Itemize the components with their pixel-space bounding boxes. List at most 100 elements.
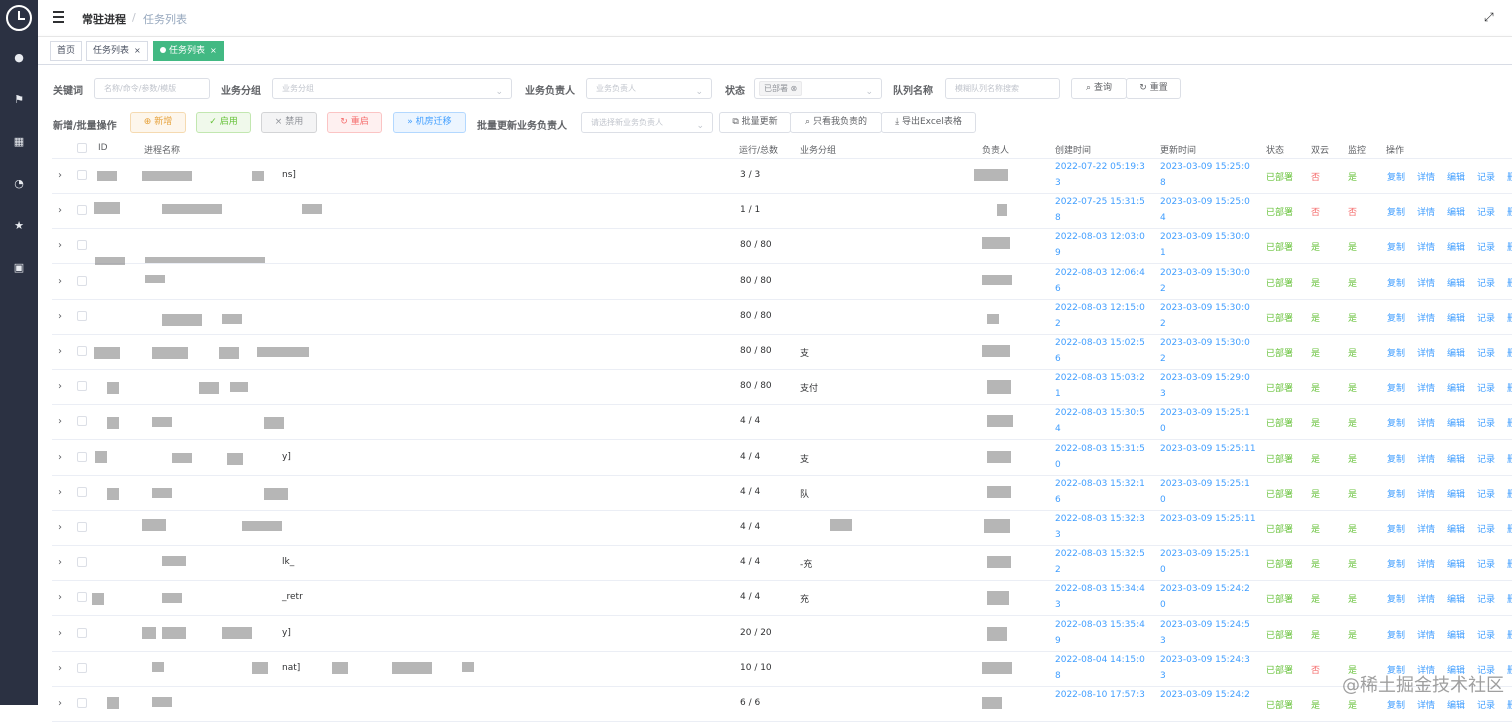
row-checkbox[interactable] [77,522,87,532]
expand-row-icon[interactable]: › [58,346,62,357]
owner-select[interactable]: 业务负责人 ⌄ [586,78,712,99]
row-checkbox[interactable] [77,662,87,673]
copy-link[interactable]: 复制 [1387,452,1405,465]
row-checkbox[interactable] [77,310,87,321]
delete-link[interactable]: 删 [1507,170,1512,183]
table-row[interactable]: › lk_ 4 / 4 -充 2022-08-03 15:32:5 2 2023-03-09… [52,546,1512,582]
row-checkbox[interactable] [77,346,87,356]
detail-link[interactable]: 详情 [1417,452,1435,465]
row-checkbox[interactable] [77,205,87,216]
new-owner-select[interactable]: 请选择新业务负责人 ⌄ [581,112,713,133]
delete-link[interactable]: 删 [1507,628,1512,641]
table-row[interactable]: › 80 / 80 2022-08-03 12:03:0 9 2023-03-09 15… [52,229,1512,266]
delete-link[interactable]: 删 [1507,557,1512,570]
sitemap-icon[interactable]: ⚑ [11,92,27,108]
row-checkbox[interactable] [77,275,87,286]
table-row[interactable]: › 80 / 80 支 2022-08-03 15:02:5 6 2023-03-09 1… [52,335,1512,370]
edit-link[interactable]: 编辑 [1447,592,1465,605]
detail-link[interactable]: 详情 [1417,276,1435,289]
queue-input[interactable]: 模糊队列名称搜索 [945,78,1060,99]
copy-link[interactable]: 复制 [1387,381,1405,394]
expand-row-icon[interactable]: › [58,452,62,463]
copy-link[interactable]: 复制 [1387,170,1405,183]
log-link[interactable]: 记录 [1477,416,1495,429]
delete-link[interactable]: 删 [1507,487,1512,500]
edit-link[interactable]: 编辑 [1447,557,1465,570]
log-link[interactable]: 记录 [1477,170,1495,183]
enable-button[interactable]: ✓ 启用 [196,112,251,133]
delete-link[interactable]: 删 [1507,240,1512,253]
restart-button[interactable]: ↻ 重启 [327,112,382,133]
copy-link[interactable]: 复制 [1387,628,1405,641]
table-row[interactable]: › _retr 4 / 4 充 2022-08-03 15:34:4 3 2023-03-0… [52,581,1512,617]
table-row[interactable]: › 80 / 80 2022-08-03 12:06:4 6 2023-03-09 15… [52,265,1512,300]
row-checkbox[interactable] [77,170,87,180]
delete-link[interactable]: 删 [1507,522,1512,535]
row-checkbox[interactable] [77,592,87,603]
copy-link[interactable]: 复制 [1387,205,1405,218]
log-link[interactable]: 记录 [1477,592,1495,605]
table-row[interactable]: › nat] 10 / 10 2022-08-04 14:15:0 8 2023-03-0… [52,652,1512,687]
copy-link[interactable]: 复制 [1387,557,1405,570]
table-row[interactable]: › 4 / 4 2022-08-03 15:30:5 4 2023-03-09 15:2… [52,405,1512,441]
delete-link[interactable]: 删 [1507,276,1512,289]
expand-row-icon[interactable]: › [58,240,62,251]
expand-row-icon[interactable]: › [58,628,62,639]
detail-link[interactable]: 详情 [1417,628,1435,641]
table-row[interactable]: › 4 / 4 队 2022-08-03 15:32:1 6 2023-03-09 15:… [52,476,1512,511]
copy-link[interactable]: 复制 [1387,240,1405,253]
row-checkbox[interactable] [77,698,87,708]
globe-icon[interactable]: ● [11,50,27,66]
edit-link[interactable]: 编辑 [1447,205,1465,218]
table-row[interactable]: › ns] 3 / 3 2022-07-22 05:19:3 3 2023-03-09 1… [52,159,1512,194]
breadcrumb-parent[interactable]: 常驻进程 [82,11,126,27]
table-row[interactable]: › 80 / 80 2022-08-03 12:15:0 2 2023-03-09 15… [52,300,1512,335]
row-checkbox[interactable] [77,627,87,638]
detail-link[interactable]: 详情 [1417,557,1435,570]
expand-row-icon[interactable]: › [58,276,62,287]
migrate-button[interactable]: » 机房迁移 [393,112,466,133]
edit-link[interactable]: 编辑 [1447,276,1465,289]
group-select[interactable]: 业务分组 ⌄ [272,78,512,99]
expand-row-icon[interactable]: › [58,205,62,216]
expand-row-icon[interactable]: › [58,663,62,674]
mine-only-button[interactable]: ⌕ 只看我负责的 [790,112,882,133]
delete-link[interactable]: 删 [1507,205,1512,218]
row-checkbox[interactable] [77,381,87,392]
log-link[interactable]: 记录 [1477,276,1495,289]
delete-link[interactable]: 删 [1507,381,1512,394]
detail-link[interactable]: 详情 [1417,522,1435,535]
lock-icon[interactable]: ▣ [11,260,27,276]
close-circle-icon[interactable]: ⊗ [791,84,798,93]
status-select[interactable]: 已部署 ⊗ ⌄ [754,78,882,99]
select-all-checkbox[interactable] [77,143,87,153]
table-row[interactable]: › y] 4 / 4 支 2022-08-03 15:31:5 0 2023-03-09 1… [52,441,1512,476]
table-row[interactable]: › 80 / 80 支付 2022-08-03 15:03:2 1 2023-03-09 … [52,370,1512,406]
expand-row-icon[interactable]: › [58,698,62,709]
export-excel-button[interactable]: ⤓ 导出Excel表格 [881,112,976,133]
menu-toggle-icon[interactable] [50,11,64,23]
row-checkbox[interactable] [77,240,87,251]
edit-link[interactable]: 编辑 [1447,452,1465,465]
detail-link[interactable]: 详情 [1417,416,1435,429]
star-icon[interactable]: ★ [11,218,27,234]
delete-link[interactable]: 删 [1507,416,1512,429]
close-icon[interactable]: × [134,46,141,55]
copy-link[interactable]: 复制 [1387,522,1405,535]
batch-update-button[interactable]: ⧉ 批量更新 [719,112,791,133]
close-icon[interactable]: × [210,46,217,55]
dashboard-icon[interactable]: ◔ [11,176,27,192]
edit-link[interactable]: 编辑 [1447,487,1465,500]
edit-link[interactable]: 编辑 [1447,311,1465,324]
log-link[interactable]: 记录 [1477,346,1495,359]
detail-link[interactable]: 详情 [1417,592,1435,605]
table-row[interactable]: › 4 / 4 2022-08-03 15:32:3 3 2023-03-09 15:2… [52,511,1512,546]
row-checkbox[interactable] [77,486,87,497]
row-checkbox[interactable] [77,451,87,462]
log-link[interactable]: 记录 [1477,628,1495,641]
edit-link[interactable]: 编辑 [1447,628,1465,641]
log-link[interactable]: 记录 [1477,205,1495,218]
edit-link[interactable]: 编辑 [1447,240,1465,253]
edit-link[interactable]: 编辑 [1447,381,1465,394]
log-link[interactable]: 记录 [1477,381,1495,394]
